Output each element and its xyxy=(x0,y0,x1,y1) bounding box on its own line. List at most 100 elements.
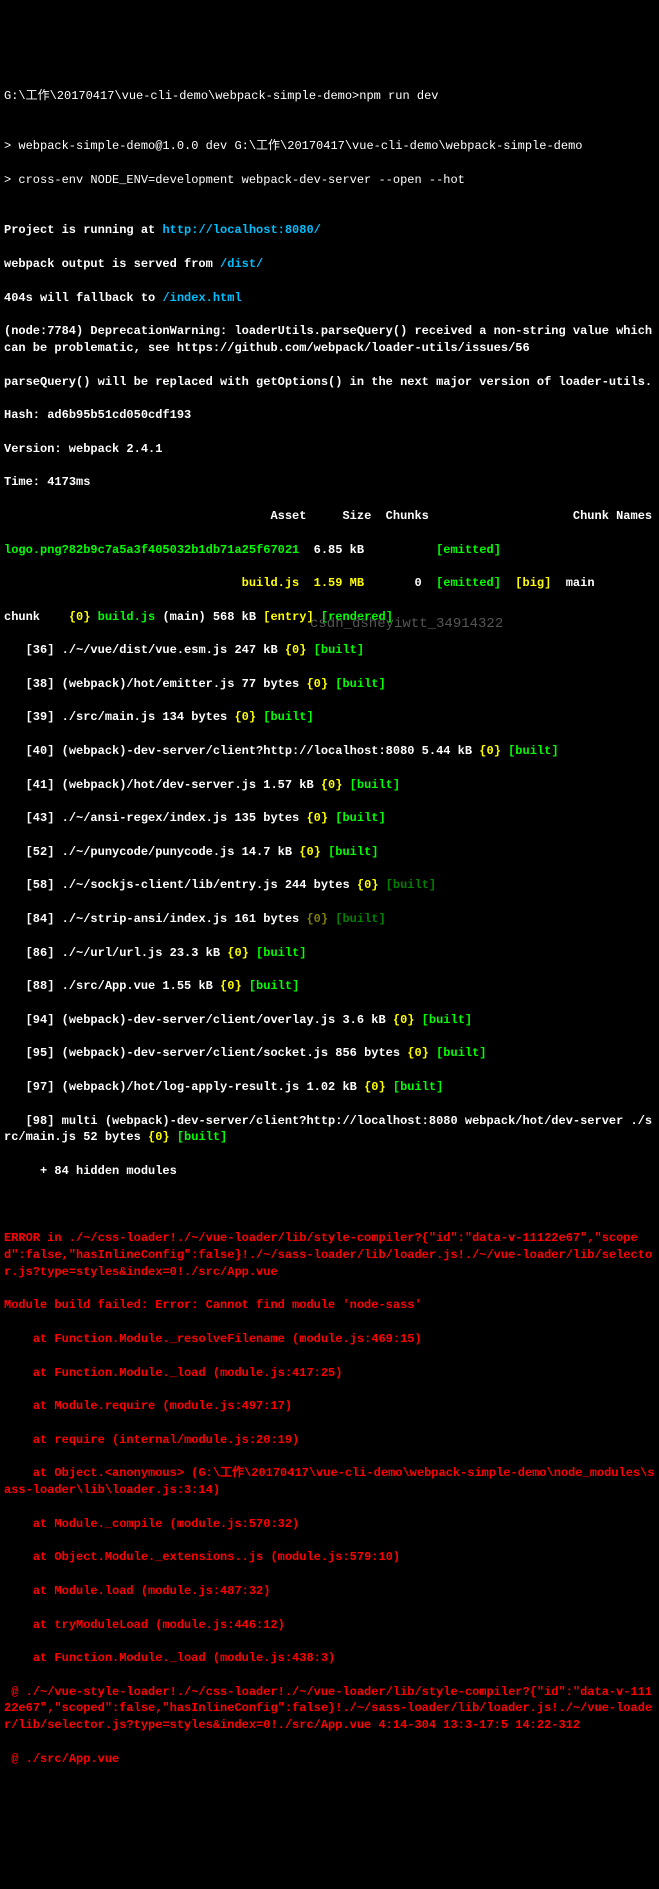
built-tag: [built] xyxy=(328,677,386,691)
npm-script-cmd: > cross-env NODE_ENV=development webpack… xyxy=(4,172,655,189)
chunk-prefix: chunk xyxy=(4,610,69,624)
module-text: [88] ./src/App.vue 1.55 kB xyxy=(4,979,220,993)
module-line: [95] (webpack)-dev-server/client/socket.… xyxy=(4,1045,655,1062)
module-line: [84] ./~/strip-ansi/index.js 161 bytes {… xyxy=(4,911,655,928)
built-tag: [built] xyxy=(386,1080,444,1094)
built-tag: [built] xyxy=(170,1130,228,1144)
big-tag: [big] xyxy=(501,576,551,590)
emitted-tag: [emitted] xyxy=(436,543,501,557)
module-line: [38] (webpack)/hot/emitter.js 77 bytes {… xyxy=(4,676,655,693)
terminal-output: G:\工作\20170417\vue-cli-demo\webpack-simp… xyxy=(0,67,659,1805)
module-line: [41] (webpack)/hot/dev-server.js 1.57 kB… xyxy=(4,777,655,794)
module-chunk: {0} xyxy=(148,1130,170,1144)
chunk-line: chunk {0} build.js (main) 568 kB [entry]… xyxy=(4,609,655,626)
module-text: [40] (webpack)-dev-server/client?http://… xyxy=(4,744,479,758)
module-chunk: {0} xyxy=(285,643,307,657)
module-line: [86] ./~/url/url.js 23.3 kB {0} [built] xyxy=(4,945,655,962)
chunk-id: 0 xyxy=(364,576,436,590)
module-chunk: {0} xyxy=(357,878,379,892)
module-line: [97] (webpack)/hot/log-apply-result.js 1… xyxy=(4,1079,655,1096)
command-line: G:\工作\20170417\vue-cli-demo\webpack-simp… xyxy=(4,88,655,105)
stack-trace: at require (internal/module.js:20:19) xyxy=(4,1432,655,1449)
module-text: [43] ./~/ansi-regex/index.js 135 bytes xyxy=(4,811,306,825)
stack-trace: at Function.Module._resolveFilename (mod… xyxy=(4,1331,655,1348)
stack-trace: at Module.require (module.js:497:17) xyxy=(4,1398,655,1415)
assets-header: Asset Size Chunks Chunk Names xyxy=(4,508,655,525)
version-value: 2.4.1 xyxy=(126,442,162,456)
module-chunk: {0} xyxy=(306,912,328,926)
time-value: 4173 xyxy=(47,475,76,489)
hidden-modules: + 84 hidden modules xyxy=(4,1163,655,1180)
module-text: [41] (webpack)/hot/dev-server.js 1.57 kB xyxy=(4,778,321,792)
module-chunk: {0} xyxy=(299,845,321,859)
chunk-main: (main) 568 kB xyxy=(162,610,263,624)
blank-line xyxy=(4,1197,655,1214)
built-tag: [built] xyxy=(242,979,300,993)
built-tag: [built] xyxy=(328,912,386,926)
built-tag: [built] xyxy=(321,845,379,859)
module-text: [39] ./src/main.js 134 bytes xyxy=(4,710,234,724)
stack-trace: at Object.<anonymous> (G:\工作\20170417\vu… xyxy=(4,1465,655,1499)
module-line: [39] ./src/main.js 134 bytes {0} [built] xyxy=(4,709,655,726)
module-chunk: {0} xyxy=(306,677,328,691)
version-line: Version: webpack 2.4.1 xyxy=(4,441,655,458)
module-line: [52] ./~/punycode/punycode.js 14.7 kB {0… xyxy=(4,844,655,861)
module-text: [97] (webpack)/hot/log-apply-result.js 1… xyxy=(4,1080,364,1094)
time-line: Time: 4173ms xyxy=(4,474,655,491)
module-line: [98] multi (webpack)-dev-server/client?h… xyxy=(4,1113,655,1147)
label-text: 404s will fallback to xyxy=(4,291,162,305)
asset-size: 1.59 MB xyxy=(299,576,364,590)
chunk-id: {0} xyxy=(69,610,98,624)
module-line: [40] (webpack)-dev-server/client?http://… xyxy=(4,743,655,760)
built-tag: [built] xyxy=(414,1013,472,1027)
module-text: [58] ./~/sockjs-client/lib/entry.js 244 … xyxy=(4,878,357,892)
module-size: 52 bytes xyxy=(76,1130,148,1144)
module-line: [36] ./~/vue/dist/vue.esm.js 247 kB {0} … xyxy=(4,642,655,659)
module-chunk: {0} xyxy=(220,979,242,993)
built-tag: [built] xyxy=(328,811,386,825)
asset-name: build.js xyxy=(4,576,299,590)
module-text: [95] (webpack)-dev-server/client/socket.… xyxy=(4,1046,407,1060)
deprecation-note: parseQuery() will be replaced with getOp… xyxy=(4,374,655,391)
error-message: Module build failed: Error: Cannot find … xyxy=(4,1297,655,1314)
label-text: webpack output is served from xyxy=(4,257,220,271)
stack-trace: at Object.Module._extensions..js (module… xyxy=(4,1549,655,1566)
hash-line: Hash: ad6b95b51cd050cdf193 xyxy=(4,407,655,424)
version-label: Version: webpack xyxy=(4,442,126,456)
built-tag: [built] xyxy=(256,710,314,724)
module-line: [88] ./src/App.vue 1.55 kB {0} [built] xyxy=(4,978,655,995)
stack-trace: at tryModuleLoad (module.js:446:12) xyxy=(4,1617,655,1634)
module-line: [58] ./~/sockjs-client/lib/entry.js 244 … xyxy=(4,877,655,894)
time-unit: ms xyxy=(76,475,90,489)
module-text: [86] ./~/url/url.js 23.3 kB xyxy=(4,946,227,960)
module-text: [36] ./~/vue/dist/vue.esm.js 247 kB xyxy=(4,643,285,657)
built-tag: [built] xyxy=(378,878,436,892)
module-chunk: {0} xyxy=(393,1013,415,1027)
built-tag: [built] xyxy=(501,744,559,758)
stack-trace: at Module._compile (module.js:570:32) xyxy=(4,1516,655,1533)
label-text: Project is running at xyxy=(4,223,162,237)
hash-value: ad6b95b51cd050cdf193 xyxy=(47,408,191,422)
output-served-line: webpack output is served from /dist/ xyxy=(4,256,655,273)
deprecation-warning: (node:7784) DeprecationWarning: loaderUt… xyxy=(4,323,655,357)
time-label: Time: xyxy=(4,475,47,489)
module-line: [94] (webpack)-dev-server/client/overlay… xyxy=(4,1012,655,1029)
built-tag: [built] xyxy=(249,946,307,960)
dist-path: /dist/ xyxy=(220,257,263,271)
built-tag: [built] xyxy=(342,778,400,792)
module-chunk: {0} xyxy=(306,811,328,825)
npm-script-header: > webpack-simple-demo@1.0.0 dev G:\工作\20… xyxy=(4,138,655,155)
module-text: [94] (webpack)-dev-server/client/overlay… xyxy=(4,1013,393,1027)
fallback-line: 404s will fallback to /index.html xyxy=(4,290,655,307)
hash-label: Hash: xyxy=(4,408,47,422)
chunk-name: main xyxy=(551,576,594,590)
entry-tag: [entry] xyxy=(263,610,313,624)
module-text: [38] (webpack)/hot/emitter.js 77 bytes xyxy=(4,677,306,691)
stack-trace: at Module.load (module.js:487:32) xyxy=(4,1583,655,1600)
module-chunk: {0} xyxy=(364,1080,386,1094)
chunk-file: build.js xyxy=(98,610,163,624)
asset-name: logo.png?82b9c7a5a3f405032b1db71a25f6702… xyxy=(4,543,299,557)
index-path: /index.html xyxy=(162,291,241,305)
error-context: @ ./~/vue-style-loader!./~/css-loader!./… xyxy=(4,1684,655,1734)
built-tag: [built] xyxy=(306,643,364,657)
